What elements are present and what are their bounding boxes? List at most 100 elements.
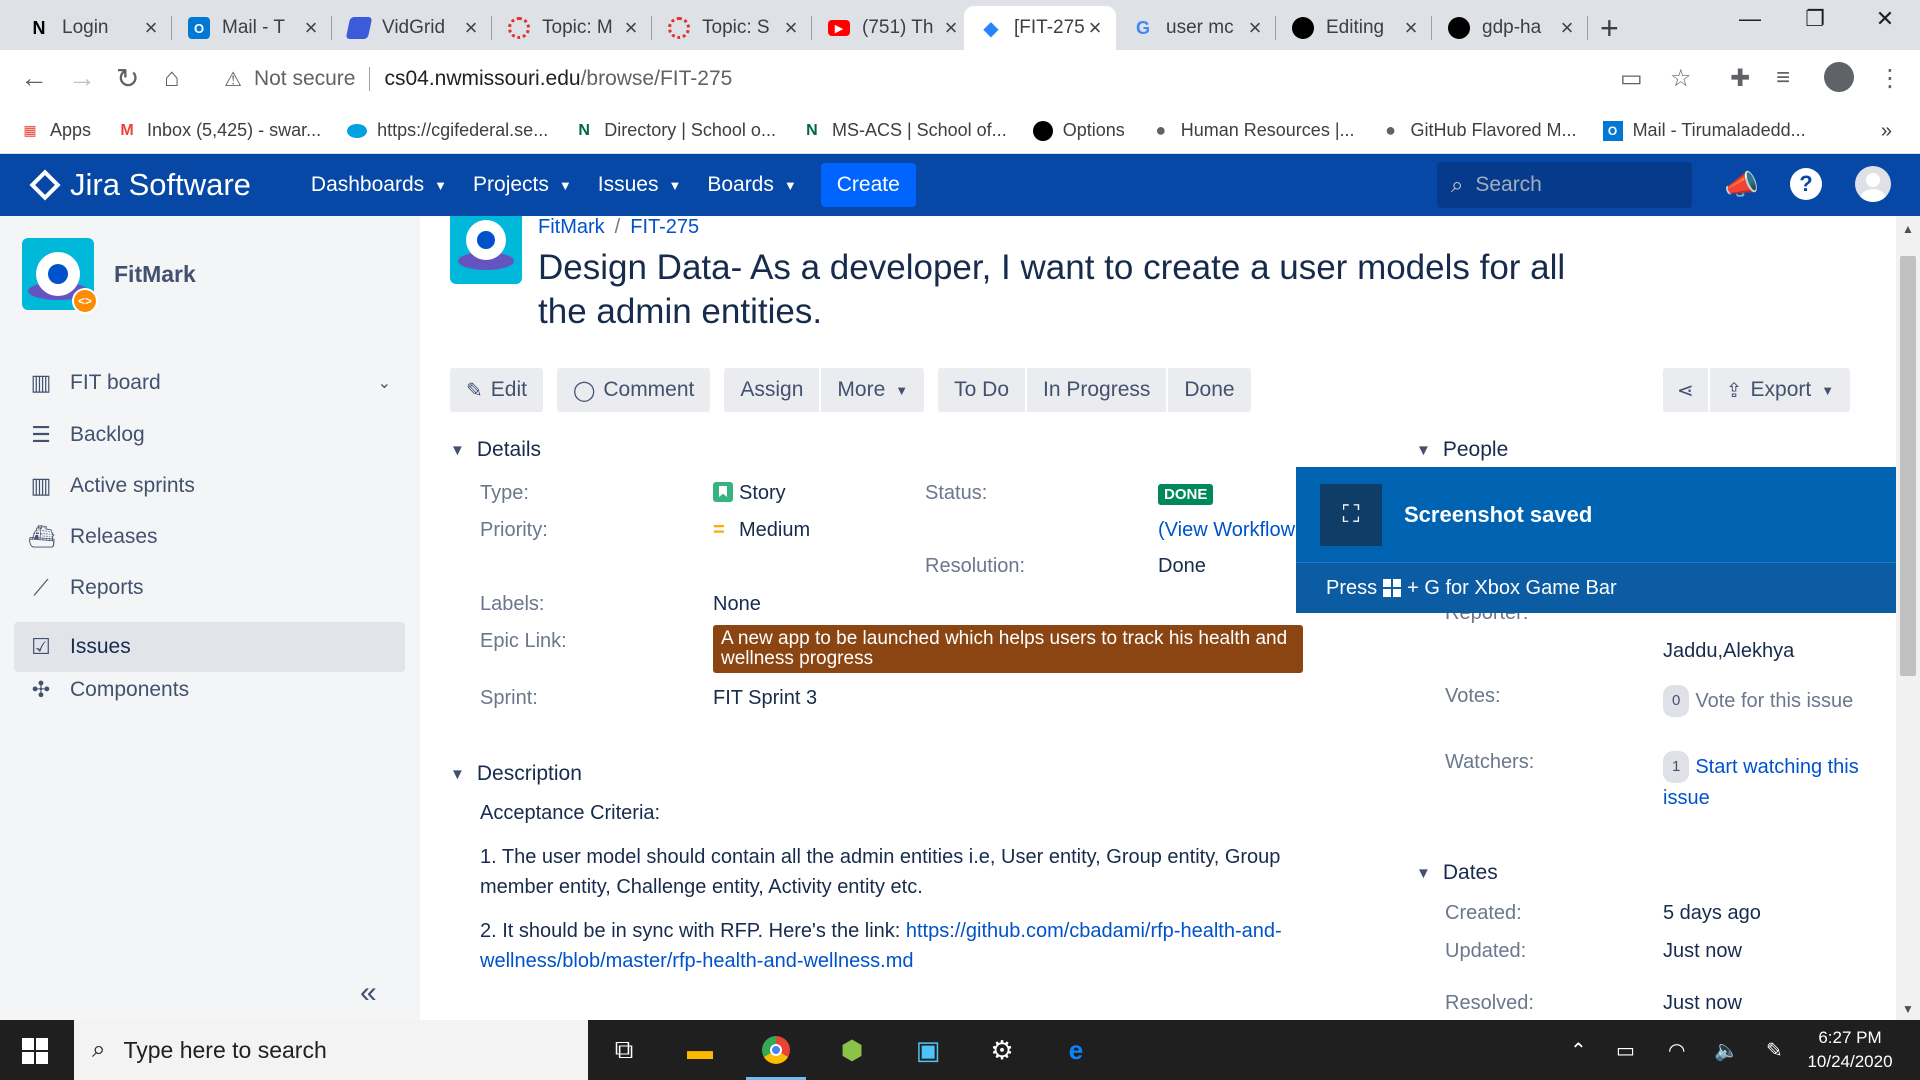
- task-view-icon[interactable]: ⧉: [604, 1032, 644, 1068]
- bookmark-item[interactable]: ● Human Resources |...: [1151, 120, 1354, 141]
- view-workflow-link[interactable]: (View Workflow: [1158, 519, 1298, 542]
- details-section-toggle[interactable]: ▼ Details: [450, 438, 541, 462]
- help-icon[interactable]: ?: [1790, 168, 1822, 200]
- bookmark-star-icon[interactable]: ☆: [1670, 64, 1692, 93]
- edge-icon[interactable]: e: [1056, 1032, 1096, 1068]
- bookmark-item[interactable]: ▦ Apps: [20, 120, 91, 141]
- close-icon[interactable]: ×: [460, 15, 482, 41]
- browser-tab[interactable]: Editing ×: [1276, 6, 1432, 50]
- epic-link-lozenge[interactable]: A new app to be launched which helps use…: [713, 625, 1303, 673]
- votes-value[interactable]: 0 Vote for this issue: [1663, 685, 1863, 717]
- project-header[interactable]: <> FitMark: [22, 238, 196, 314]
- browser-tab[interactable]: ▶ (751) Th ×: [812, 6, 972, 50]
- close-icon[interactable]: ×: [620, 15, 642, 41]
- description-section-toggle[interactable]: ▼ Description: [450, 762, 582, 786]
- bookmark-item[interactable]: https://cgifederal.se...: [347, 120, 548, 141]
- close-icon[interactable]: ×: [940, 15, 962, 41]
- sidebar-item-backlog[interactable]: ☰ Backlog: [14, 410, 405, 460]
- wifi-icon[interactable]: ◠: [1668, 1038, 1685, 1063]
- taskbar-clock[interactable]: 6:27 PM 10/24/2020: [1800, 1026, 1900, 1074]
- taskbar-search-input[interactable]: ⌕ Type here to search: [74, 1020, 588, 1080]
- create-button[interactable]: Create: [820, 163, 916, 207]
- tray-chevron-icon[interactable]: ⌃: [1570, 1038, 1587, 1063]
- close-icon[interactable]: ×: [1400, 15, 1422, 41]
- close-icon[interactable]: ×: [1084, 15, 1106, 41]
- windows-start-icon[interactable]: [22, 1038, 48, 1064]
- browser-tab[interactable]: gdp-ha ×: [1432, 6, 1588, 50]
- more-button[interactable]: More ▼: [821, 368, 925, 412]
- watchers-value[interactable]: 1 Start watching this issue: [1663, 751, 1863, 813]
- done-button[interactable]: Done: [1168, 368, 1251, 412]
- start-watching-link[interactable]: Start watching this issue: [1663, 756, 1859, 809]
- browser-tab[interactable]: O Mail - T ×: [172, 6, 332, 50]
- nav-dashboards[interactable]: Dashboards ▼: [311, 173, 447, 197]
- collapse-sidebar-icon[interactable]: «: [360, 976, 377, 1010]
- sprint-value[interactable]: FIT Sprint 3: [713, 687, 817, 710]
- jira-search-input[interactable]: ⌕ Search: [1437, 162, 1692, 208]
- nav-projects[interactable]: Projects ▼: [473, 173, 572, 197]
- new-tab-button[interactable]: +: [1600, 10, 1619, 47]
- edit-button[interactable]: ✎ Edit: [450, 368, 543, 412]
- reload-icon[interactable]: ↻: [116, 62, 139, 95]
- bookmark-item[interactable]: ● GitHub Flavored M...: [1381, 120, 1577, 141]
- bookmark-item[interactable]: O Mail - Tirumaladedd...: [1602, 120, 1806, 141]
- todo-button[interactable]: To Do: [938, 368, 1025, 412]
- close-icon[interactable]: ×: [1244, 15, 1266, 41]
- browser-tab[interactable]: Topic: M ×: [492, 6, 652, 50]
- battery-icon[interactable]: ▭: [1616, 1038, 1635, 1063]
- share-button[interactable]: ⋖: [1663, 368, 1708, 412]
- sidebar-item-active-sprints[interactable]: ▥ Active sprints: [14, 461, 405, 511]
- browser-tab[interactable]: Topic: S ×: [652, 6, 812, 50]
- chrome-icon[interactable]: [746, 1032, 806, 1080]
- sidebar-item-releases[interactable]: ⛴ Releases: [14, 512, 405, 562]
- comment-button[interactable]: ◯ Comment: [556, 368, 711, 412]
- close-icon[interactable]: ×: [1556, 15, 1578, 41]
- volume-icon[interactable]: 🔈: [1714, 1038, 1739, 1063]
- people-section-toggle[interactable]: ▼ People: [1416, 438, 1508, 462]
- forward-icon[interactable]: →: [68, 62, 96, 94]
- profile-avatar[interactable]: [1824, 62, 1854, 92]
- issue-title[interactable]: Design Data- As a developer, I want to c…: [538, 246, 1578, 334]
- cast-icon[interactable]: ▭: [1620, 64, 1643, 93]
- menu-kebab-icon[interactable]: ⋮: [1878, 64, 1902, 93]
- breadcrumb-project-link[interactable]: FitMark: [538, 216, 605, 239]
- reporter-value[interactable]: Jaddu,Alekhya: [1663, 640, 1794, 663]
- nav-issues[interactable]: Issues ▼: [598, 173, 682, 197]
- user-avatar[interactable]: [1855, 166, 1891, 202]
- close-window-icon[interactable]: ✕: [1860, 6, 1910, 32]
- pen-icon[interactable]: ✎: [1766, 1038, 1783, 1063]
- in-progress-button[interactable]: In Progress: [1027, 368, 1167, 412]
- sidebar-item-reports[interactable]: ⟋ Reports: [14, 563, 405, 613]
- close-icon[interactable]: ×: [780, 15, 802, 41]
- bookmark-item[interactable]: Options: [1032, 120, 1125, 141]
- jira-logo[interactable]: Jira Software: [29, 167, 251, 203]
- close-icon[interactable]: ×: [140, 15, 162, 41]
- browser-tab-active[interactable]: ◆ [FIT-275 ×: [964, 6, 1116, 50]
- restore-icon[interactable]: ❐: [1790, 6, 1840, 32]
- media-controls-icon[interactable]: ≡: [1776, 64, 1790, 92]
- back-icon[interactable]: ←: [20, 62, 48, 94]
- bookmark-item[interactable]: N Directory | School o...: [574, 120, 776, 141]
- close-icon[interactable]: ×: [300, 15, 322, 41]
- address-bar[interactable]: ⚠ Not secure cs04.nwmissouri.edu/browse/…: [210, 58, 1660, 100]
- megaphone-icon[interactable]: 📣: [1724, 168, 1759, 201]
- screenshot-toast[interactable]: ⛶ Screenshot saved Press + G for Xbox Gam…: [1296, 467, 1896, 613]
- cube-app-icon[interactable]: ⬢: [832, 1032, 872, 1068]
- nav-boards[interactable]: Boards ▼: [707, 173, 796, 197]
- settings-gear-icon[interactable]: ⚙: [982, 1032, 1022, 1068]
- dates-section-toggle[interactable]: ▼ Dates: [1416, 861, 1498, 885]
- bookmark-item[interactable]: N MS-ACS | School of...: [802, 120, 1007, 141]
- page-scrollbar[interactable]: ▲ ▼: [1896, 216, 1920, 1020]
- browser-tab[interactable]: G user mc ×: [1116, 6, 1276, 50]
- scrollbar-thumb[interactable]: [1900, 256, 1916, 676]
- scroll-up-icon[interactable]: ▲: [1902, 222, 1914, 236]
- home-icon[interactable]: ⌂: [164, 62, 180, 93]
- sidebar-item-fit-board[interactable]: ▥ FIT board ⌄: [14, 358, 405, 408]
- sidebar-item-components[interactable]: ✣ Components: [14, 665, 405, 715]
- breadcrumb-issue-link[interactable]: FIT-275: [630, 216, 699, 239]
- minimize-icon[interactable]: —: [1725, 6, 1775, 32]
- export-button[interactable]: ⇪ Export ▼: [1709, 368, 1851, 412]
- project-avatar[interactable]: [450, 216, 522, 284]
- scroll-down-icon[interactable]: ▼: [1902, 1002, 1914, 1016]
- browser-tab[interactable]: N Login ×: [12, 6, 172, 50]
